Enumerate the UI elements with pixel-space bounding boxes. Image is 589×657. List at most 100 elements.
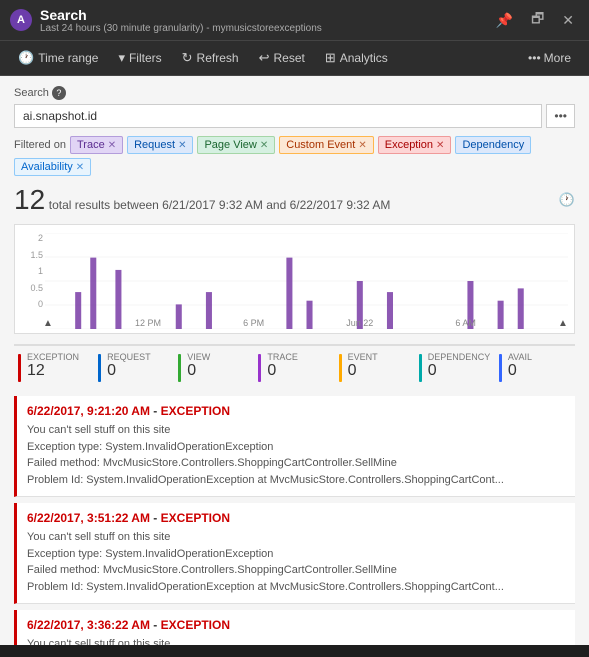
refresh-label: Refresh xyxy=(197,51,239,65)
chart-xaxis: ▲ 12 PM 6 PM Jun 22 6 AM ▲ xyxy=(43,318,568,329)
filter-tag-customevent[interactable]: Custom Event ✕ xyxy=(279,136,373,154)
result-exception-type-1: Exception type: System.InvalidOperationE… xyxy=(27,439,565,456)
result-failed-method-2: Failed method: MvcMusicStore.Controllers… xyxy=(27,562,565,579)
title-text: Search Last 24 hours (30 minute granular… xyxy=(40,7,322,34)
stat-content-request: REQUEST 0 xyxy=(107,352,151,380)
chart-area: 2 1.5 1 0.5 0 ▲ xyxy=(14,224,575,334)
stat-bar-avail xyxy=(499,354,502,382)
analytics-label: Analytics xyxy=(340,51,388,65)
result-type-2: EXCEPTION xyxy=(161,511,230,525)
results-header: 12 total results between 6/21/2017 9:32 … xyxy=(14,184,575,216)
result-item-3[interactable]: 6/22/2017, 3:36:22 AM - EXCEPTION You ca… xyxy=(14,610,575,645)
stat-trace: TRACE 0 xyxy=(254,350,334,384)
title-left: A Search Last 24 hours (30 minute granul… xyxy=(10,7,322,34)
stat-count-view: 0 xyxy=(187,362,210,380)
refresh-button[interactable]: ↻ Refresh xyxy=(174,46,247,70)
stat-content-exception: EXCEPTION 12 xyxy=(27,352,79,380)
stat-count-event: 0 xyxy=(348,362,378,380)
restore-button[interactable]: 🗗 xyxy=(526,6,549,34)
chart-svg xyxy=(45,233,568,329)
search-help-icon[interactable]: ? xyxy=(52,86,66,100)
more-label: More xyxy=(544,51,571,65)
more-button[interactable]: ••• More xyxy=(520,47,579,69)
reset-button[interactable]: ↩ Reset xyxy=(251,46,313,70)
stat-exception: EXCEPTION 12 xyxy=(14,350,94,384)
time-range-button[interactable]: 🕐 Time range xyxy=(10,46,106,70)
stat-bar-dependency xyxy=(419,354,422,382)
remove-availability-icon[interactable]: ✕ xyxy=(76,162,84,173)
remove-exception-icon[interactable]: ✕ xyxy=(436,140,444,151)
y-label-1: 1 xyxy=(17,266,43,276)
filter-tag-exception[interactable]: Exception ✕ xyxy=(378,136,452,154)
analytics-button[interactable]: ⊞ Analytics xyxy=(317,46,396,70)
stat-bar-exception xyxy=(18,354,21,382)
result-timestamp-2: 6/22/2017, 3:51:22 AM xyxy=(27,511,150,525)
x-triangle-left: ▲ xyxy=(43,318,53,329)
title-controls: 📌 🗗 ✕ xyxy=(491,6,579,34)
stat-event: EVENT 0 xyxy=(335,350,415,384)
main-content: Search ? ••• Filtered on Trace ✕ Request… xyxy=(0,76,589,645)
analytics-icon: ⊞ xyxy=(325,50,336,66)
search-section: Search ? ••• xyxy=(14,86,575,128)
search-label: Search ? xyxy=(14,86,575,100)
result-header-3: 6/22/2017, 3:36:22 AM - EXCEPTION xyxy=(27,618,565,632)
stat-content-dependency: DEPENDENCY 0 xyxy=(428,352,491,380)
x-label-6pm: 6 PM xyxy=(243,318,264,329)
close-button[interactable]: ✕ xyxy=(557,6,579,34)
filter-tag-trace[interactable]: Trace ✕ xyxy=(70,136,123,154)
stats-row: EXCEPTION 12 REQUEST 0 VIEW 0 TRACE 0 xyxy=(14,344,575,384)
stat-bar-event xyxy=(339,354,342,382)
stat-request: REQUEST 0 xyxy=(94,350,174,384)
result-header-1: 6/22/2017, 9:21:20 AM - EXCEPTION xyxy=(27,404,565,418)
result-message-2: You can't sell stuff on this site xyxy=(27,529,565,546)
result-item-1[interactable]: 6/22/2017, 9:21:20 AM - EXCEPTION You ca… xyxy=(14,396,575,497)
search-more-button[interactable]: ••• xyxy=(546,104,575,128)
filter-tag-request[interactable]: Request ✕ xyxy=(127,136,193,154)
x-label-jun22: Jun 22 xyxy=(346,318,373,329)
refresh-icon: ↻ xyxy=(182,50,193,66)
stat-type-event: EVENT xyxy=(348,352,378,362)
stat-bar-request xyxy=(98,354,101,382)
filter-icon: ▾ xyxy=(118,50,125,66)
stat-view: VIEW 0 xyxy=(174,350,254,384)
clock-icon: 🕐 xyxy=(18,50,34,66)
app-icon: A xyxy=(10,9,32,31)
filter-tag-pageview[interactable]: Page View ✕ xyxy=(197,136,275,154)
remove-trace-icon[interactable]: ✕ xyxy=(108,140,116,151)
reset-icon: ↩ xyxy=(259,50,270,66)
result-item-2[interactable]: 6/22/2017, 3:51:22 AM - EXCEPTION You ca… xyxy=(14,503,575,604)
results-count: 12 xyxy=(14,184,45,215)
result-problem-id-1: Problem Id: System.InvalidOperationExcep… xyxy=(27,472,565,489)
results-clock-icon: 🕐 xyxy=(559,192,575,208)
reset-label: Reset xyxy=(273,51,304,65)
y-label-0: 0 xyxy=(17,299,43,309)
window-subtitle: Last 24 hours (30 minute granularity) - … xyxy=(40,23,322,34)
search-input-row: ••• xyxy=(14,104,575,128)
stat-dependency: DEPENDENCY 0 xyxy=(415,350,495,384)
pin-button[interactable]: 📌 xyxy=(491,6,518,34)
results-summary: 12 total results between 6/21/2017 9:32 … xyxy=(14,184,390,216)
filter-tag-dependency[interactable]: Dependency xyxy=(455,136,531,154)
toolbar: 🕐 Time range ▾ Filters ↻ Refresh ↩ Reset… xyxy=(0,41,589,76)
result-problem-id-2: Problem Id: System.InvalidOperationExcep… xyxy=(27,579,565,596)
chart-y-axis: 2 1.5 1 0.5 0 xyxy=(17,233,43,309)
stat-type-avail: AVAIL xyxy=(508,352,532,362)
result-header-2: 6/22/2017, 3:51:22 AM - EXCEPTION xyxy=(27,511,565,525)
result-type-3: EXCEPTION xyxy=(161,618,230,632)
remove-pageview-icon[interactable]: ✕ xyxy=(260,140,268,151)
stat-content-trace: TRACE 0 xyxy=(267,352,298,380)
remove-customevent-icon[interactable]: ✕ xyxy=(358,140,366,151)
stat-count-trace: 0 xyxy=(267,362,298,380)
y-label-2: 2 xyxy=(17,233,43,243)
remove-request-icon[interactable]: ✕ xyxy=(178,140,186,151)
filter-tag-availability[interactable]: Availability ✕ xyxy=(14,158,91,176)
search-input[interactable] xyxy=(14,104,542,128)
result-failed-method-1: Failed method: MvcMusicStore.Controllers… xyxy=(27,455,565,472)
filters-label: Filters xyxy=(129,51,162,65)
result-message-1: You can't sell stuff on this site xyxy=(27,422,565,439)
result-exception-type-2: Exception type: System.InvalidOperationE… xyxy=(27,546,565,563)
stat-type-trace: TRACE xyxy=(267,352,298,362)
filter-row: Filtered on Trace ✕ Request ✕ Page View … xyxy=(14,136,575,176)
filters-button[interactable]: ▾ Filters xyxy=(110,46,169,70)
result-timestamp-1: 6/22/2017, 9:21:20 AM xyxy=(27,404,150,418)
